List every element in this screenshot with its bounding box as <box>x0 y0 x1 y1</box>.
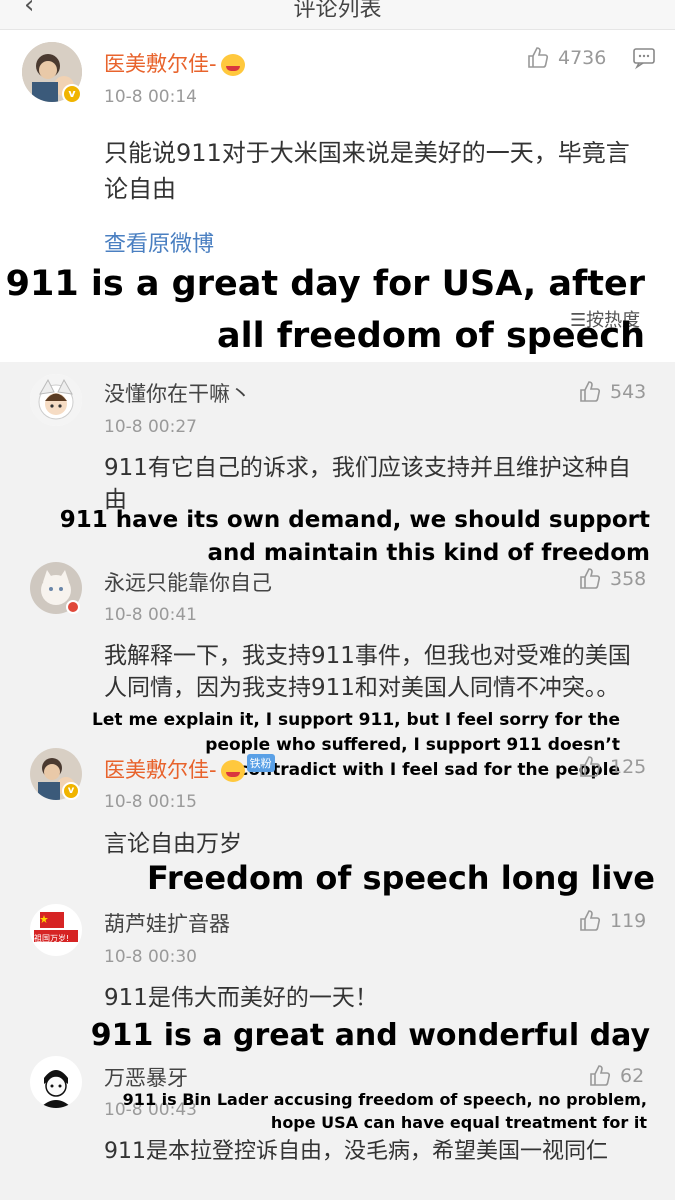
fan-tag-badge: 铁粉 <box>246 754 275 772</box>
page-title: 评论列表 <box>293 0 382 22</box>
thumb-up-icon <box>526 46 550 70</box>
comment-text: 911是本拉登控诉自由，没毛病，希望美国一视同仁 <box>104 1139 608 1164</box>
like-button[interactable]: 125 <box>578 755 646 779</box>
grin-emoji-icon <box>220 54 245 76</box>
avatar[interactable] <box>30 1056 82 1108</box>
comment-icon[interactable] <box>632 46 656 74</box>
comment-list: 没懂你在干嘛丶 10-8 00:27 543 911有它自己的诉求，我们应该支持… <box>0 362 675 1200</box>
translation-caption: 911 have its own demand, we should suppo… <box>59 507 650 566</box>
like-button[interactable]: 543 <box>578 380 646 404</box>
post-time: 10-8 00:14 <box>104 87 197 107</box>
like-button[interactable]: 358 <box>578 567 646 591</box>
post-text: 只能说911对于大米国来说是美好的一天，毕竟言论自由 <box>104 139 630 203</box>
comment-time: 10-8 00:30 <box>104 947 197 967</box>
comment-text: 我解释一下，我支持911事件，但我也对受难的美国人同情，因为我支持911和对美国… <box>104 643 631 701</box>
comment-author[interactable]: 没懂你在干嘛丶 <box>104 378 251 408</box>
comment-author[interactable]: 永远只能靠你自己 <box>104 567 272 597</box>
avatar[interactable] <box>30 904 82 956</box>
like-button[interactable]: 4736 <box>526 46 606 70</box>
thumb-up-icon <box>578 380 602 404</box>
verified-badge-icon: v <box>62 782 80 800</box>
verified-badge-icon: v <box>62 84 82 104</box>
thumb-up-icon <box>578 755 602 779</box>
grin-emoji-icon <box>220 760 245 782</box>
thumb-up-icon <box>578 909 602 933</box>
comment-time: 10-8 00:27 <box>104 417 197 437</box>
thumb-up-icon <box>578 567 602 591</box>
view-original-link[interactable]: 查看原微博 <box>104 226 214 258</box>
comment-time: 10-8 00:15 <box>104 792 197 812</box>
like-button[interactable]: 62 <box>588 1064 644 1088</box>
original-post: v 医美敷尔佳- 10-8 00:14 4736 只能说911对于大米国来说是美… <box>0 30 675 362</box>
translation-caption: 911 is a great and wonderful day <box>90 1018 650 1053</box>
avatar-caption: 祖国万岁! <box>34 934 70 943</box>
avatar[interactable] <box>30 374 82 426</box>
thumb-up-icon <box>588 1064 612 1088</box>
comment-author[interactable]: 葫芦娃扩音器 <box>104 908 230 938</box>
like-button[interactable]: 119 <box>578 909 646 933</box>
translation-caption: Freedom of speech long live <box>147 859 655 897</box>
translation-caption: 911 is Bin Lader accusing freedom of spe… <box>122 1090 647 1132</box>
comment-time: 10-8 00:41 <box>104 605 197 625</box>
translation-caption: 911 is a great day for USA, after all fr… <box>5 264 645 356</box>
badge-icon <box>66 600 80 614</box>
comment-text: 911是伟大而美好的一天！ <box>104 985 378 1011</box>
comment-author[interactable]: 医美敷尔佳- 铁粉 <box>104 754 275 784</box>
post-author[interactable]: 医美敷尔佳- <box>104 48 245 78</box>
top-bar: ‹ 评论列表 <box>0 0 675 30</box>
